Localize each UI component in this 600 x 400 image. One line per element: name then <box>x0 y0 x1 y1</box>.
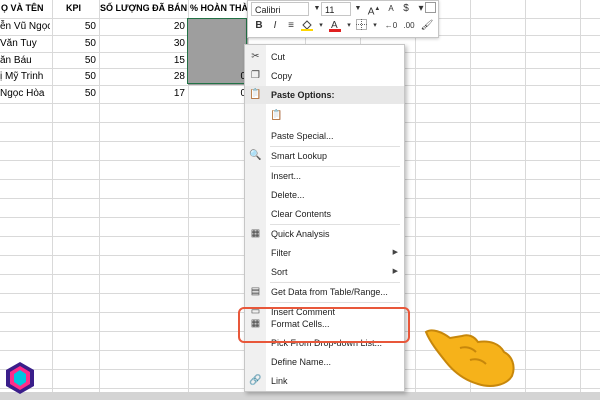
cell-kpi[interactable]: 50 <box>52 85 96 102</box>
italic-icon[interactable]: I <box>268 19 282 33</box>
font-name-box[interactable]: Calibri <box>251 2 309 16</box>
cell-sold[interactable]: 28 <box>99 68 185 85</box>
menu-item-label: Paste Special... <box>271 131 334 141</box>
menu-item-label: Insert... <box>271 171 302 181</box>
column-divider <box>525 0 526 392</box>
cell-kpi[interactable]: 50 <box>52 68 96 85</box>
menu-item-label: Copy <box>271 71 293 81</box>
cell-completion[interactable]: 0 <box>188 85 246 102</box>
menu-item-link[interactable]: 🔗 Link <box>245 372 404 390</box>
bold-icon[interactable]: B <box>252 19 266 33</box>
menu-item-paste-options: 📋 Paste Options: <box>245 86 404 104</box>
column-divider <box>415 0 416 392</box>
cell-sold[interactable]: 30 <box>99 35 185 52</box>
cell-name[interactable]: Ngọc Hòa <box>0 85 50 102</box>
menu-item-cut[interactable]: ✂ Cut <box>245 48 404 66</box>
quick-analysis-icon: ▦ <box>250 228 261 239</box>
clipboard-icon: 📋 <box>270 110 283 121</box>
menu-item-filter[interactable]: Filter ▶ <box>245 244 404 262</box>
column-divider <box>580 0 581 392</box>
cell-completion[interactable]: 0 <box>188 68 246 85</box>
format-cells-highlight <box>238 307 410 343</box>
decrease-font-icon[interactable]: A <box>384 2 398 16</box>
menu-item-label: Delete... <box>271 190 305 200</box>
increase-font-icon[interactable]: A▲ <box>367 2 381 17</box>
menu-item-label: Get Data from Table/Range... <box>271 287 388 297</box>
menu-item-label: Link <box>271 376 288 386</box>
menu-item-define-name[interactable]: Define Name... <box>245 353 404 371</box>
borders-icon[interactable] <box>354 19 368 33</box>
submenu-arrow-icon: ▶ <box>392 249 398 256</box>
cell-name[interactable]: ị Mỹ Trinh <box>0 68 50 85</box>
link-icon: 🔗 <box>249 375 262 386</box>
mini-toolbar: Calibri ▼ 11 ▼ A▲ A $ ▾ B I ≡ ▾ A ▾ ▾ ←0… <box>247 0 439 38</box>
menu-item-label: Define Name... <box>271 357 332 367</box>
menu-item-label: Filter <box>271 248 291 258</box>
header-sold[interactable]: SỐ LƯỢNG ĐÃ BÁN <box>100 0 187 17</box>
chevron-down-icon[interactable]: ▾ <box>368 19 382 33</box>
cell-sold[interactable]: 20 <box>99 18 185 35</box>
submenu-arrow-icon: ▶ <box>392 268 398 275</box>
copy-icon: ❐ <box>251 70 260 81</box>
menu-item-smart-lookup[interactable]: 🔍 Smart Lookup <box>245 147 404 165</box>
increase-decimal-icon[interactable]: ←0 <box>384 19 398 33</box>
menu-item-insert[interactable]: Insert... <box>245 167 404 185</box>
cell-name[interactable]: Văn Tuy <box>0 35 50 52</box>
menu-item-label: Quick Analysis <box>271 229 330 239</box>
sheet-tab-bar <box>0 392 600 400</box>
header-completion[interactable]: % HOÀN THÀ <box>190 0 247 17</box>
scissors-icon: ✂ <box>251 51 260 62</box>
cell-kpi[interactable]: 50 <box>52 35 96 52</box>
table-icon: ▤ <box>250 286 261 297</box>
menu-item-paste-special[interactable]: Paste Special... <box>245 127 404 145</box>
cell-name[interactable]: ễn Vũ Ngọc <box>0 18 50 35</box>
menu-item-get-data[interactable]: ▤ Get Data from Table/Range... <box>245 283 404 301</box>
menu-item-copy[interactable]: ❐ Copy <box>245 67 404 85</box>
menu-item-paste-clipboard[interactable]: 📋 <box>245 105 404 127</box>
menu-item-label: Cut <box>271 52 286 62</box>
align-center-icon[interactable]: ≡ <box>284 19 298 33</box>
cell-kpi[interactable]: 50 <box>52 18 96 35</box>
format-painter-icon[interactable]: 🖌 <box>420 19 434 33</box>
menu-item-clear-contents[interactable]: Clear Contents <box>245 205 404 223</box>
header-kpi[interactable]: KPI <box>66 0 96 17</box>
menu-item-label: Paste Options: <box>271 90 335 100</box>
chevron-down-icon[interactable]: ▾ <box>314 19 328 33</box>
pointing-hand-icon <box>424 329 515 387</box>
menu-item-delete[interactable]: Delete... <box>245 186 404 204</box>
cell-kpi[interactable]: 50 <box>52 52 96 69</box>
font-color-icon[interactable]: A <box>328 19 342 33</box>
menu-item-label: Sort <box>271 267 288 277</box>
comma-style-icon[interactable] <box>425 2 436 13</box>
header-name[interactable]: Ọ VÀ TÊN <box>0 0 51 17</box>
search-icon: 🔍 <box>249 150 262 161</box>
brand-logo <box>6 362 34 394</box>
paste-icon: 📋 <box>249 89 262 100</box>
cell-sold[interactable]: 17 <box>99 85 185 102</box>
menu-item-label: Smart Lookup <box>271 151 328 161</box>
fill-color-icon[interactable] <box>300 19 314 33</box>
font-size-box[interactable]: 11 <box>321 2 351 16</box>
decrease-decimal-icon[interactable]: .00 <box>402 19 416 33</box>
cell-sold[interactable]: 15 <box>99 52 185 69</box>
currency-icon[interactable]: $ <box>399 2 413 16</box>
chevron-down-icon[interactable]: ▼ <box>351 2 365 16</box>
menu-item-sort[interactable]: Sort ▶ <box>245 263 404 281</box>
cell-name[interactable]: ăn Báu <box>0 52 50 69</box>
menu-item-label: Clear Contents <box>271 209 332 219</box>
menu-item-quick-analysis[interactable]: ▦ Quick Analysis <box>245 225 404 243</box>
